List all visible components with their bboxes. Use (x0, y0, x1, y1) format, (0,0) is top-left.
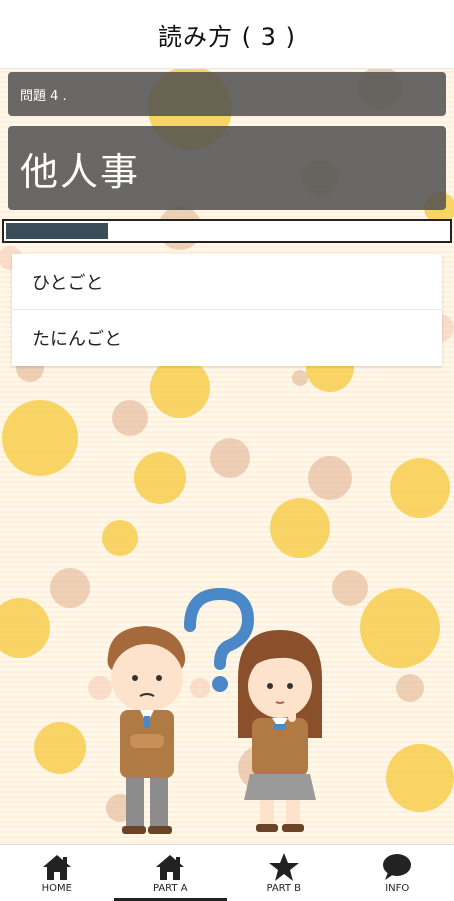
boy-figure (108, 626, 186, 834)
tab-home[interactable]: HOME (0, 845, 114, 901)
question-number-text: 問題 4 . (20, 85, 67, 104)
answer-list: ひとごと たにんごと (12, 254, 442, 366)
house-icon (40, 852, 74, 882)
progress-bar (2, 219, 452, 243)
bottom-tab-bar: HOME PART A PART B INFO (0, 844, 454, 901)
app-header: 読み方 ( 3 ) (0, 0, 454, 69)
quiz-content: 問題 4 . 他人事 ひとごと たにんごと (0, 68, 454, 844)
answer-option-label: ひとごと (32, 269, 103, 295)
tab-part-b[interactable]: PART B (227, 845, 341, 901)
question-mark-icon (190, 594, 248, 664)
students-illustration (90, 538, 350, 838)
speech-bubble-icon (380, 852, 414, 882)
page-title: 読み方 ( 3 ) (158, 17, 296, 52)
tab-part-a[interactable]: PART A (114, 845, 228, 901)
tab-label: INFO (385, 883, 409, 894)
girl-figure (238, 630, 322, 832)
question-word-text: 他人事 (20, 141, 140, 196)
question-word: 他人事 (8, 126, 446, 210)
tab-label: PART A (153, 883, 188, 894)
house-icon (153, 852, 187, 882)
progress-fill (6, 223, 108, 239)
tab-info[interactable]: INFO (341, 845, 454, 901)
tab-label: HOME (42, 883, 72, 894)
answer-option-2[interactable]: たにんごと (12, 310, 442, 366)
answer-option-1[interactable]: ひとごと (12, 254, 442, 310)
question-number: 問題 4 . (8, 72, 446, 116)
tab-label: PART B (266, 883, 301, 894)
answer-option-label: たにんごと (32, 325, 122, 351)
star-icon (267, 852, 301, 882)
